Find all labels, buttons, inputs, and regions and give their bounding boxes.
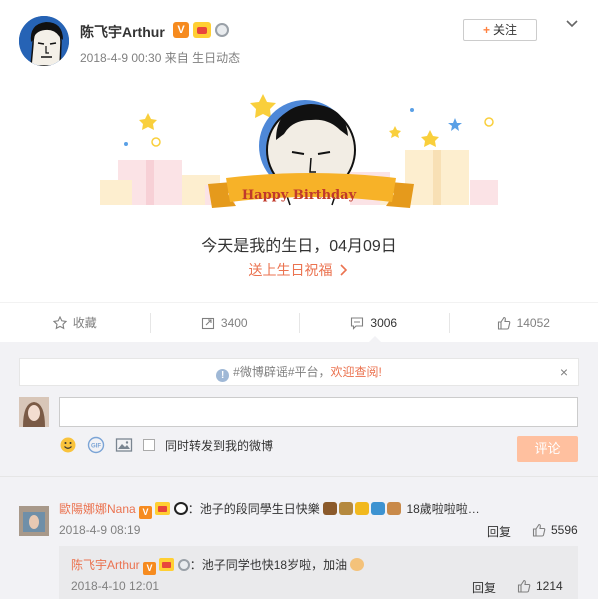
notice-text: #微博辟谣#平台， <box>233 365 331 379</box>
commenter-name[interactable]: 歐陽娜娜Nana <box>59 502 136 516</box>
reply-like-count: 1214 <box>536 579 563 593</box>
comment-text: 歐陽娜娜Nana V ：池子的段同學生日快樂 18歲啦啦啦… <box>59 500 480 519</box>
favorite-label: 收藏 <box>72 316 97 330</box>
comment-icon <box>351 316 364 330</box>
current-user-avatar[interactable] <box>19 397 49 427</box>
reply-user-name[interactable]: 陈飞宇Arthur <box>71 558 140 572</box>
comment-like-button[interactable]: 5596 <box>532 523 578 537</box>
reply-body: ：池子同学也快18岁啦，加油 <box>189 558 348 572</box>
plus-icon: + <box>482 23 490 37</box>
member-crown-icon[interactable] <box>155 502 171 515</box>
medal-icon[interactable] <box>177 559 190 571</box>
comments-section: ! #微博辟谣#平台，欢迎查阅! × GIF 同时转发到我的微博 评论 歐陽娜娜… <box>0 342 598 599</box>
star-icon <box>52 315 67 329</box>
thumbs-up-icon <box>532 523 546 537</box>
send-wish-label: 送上生日祝福 <box>248 262 333 278</box>
follow-label: 关注 <box>493 23 518 37</box>
user-name[interactable]: 陈飞宇Arthur <box>80 22 165 42</box>
composer-tools: GIF 同时转发到我的微博 <box>59 436 273 454</box>
member-crown-icon[interactable] <box>159 558 175 571</box>
reply-time: 2018-4-10 12:01 <box>71 579 160 593</box>
action-bar: 收藏 3400 3006 14052 <box>0 302 598 343</box>
sparkle-emoji-icon <box>355 502 370 515</box>
rumor-notice: ! #微博辟谣#平台，欢迎查阅! × <box>19 358 579 386</box>
info-icon: ! <box>216 369 230 382</box>
post-header: 陈飞宇Arthur V 2018-4-9 00:30 来自 生日动态 + 关注 <box>0 0 598 80</box>
comment-body-b: 18歲啦啦啦… <box>406 502 480 516</box>
forward-count: 3400 <box>220 315 248 330</box>
image-icon[interactable] <box>115 436 133 454</box>
reply-like-button[interactable]: 1214 <box>517 579 563 593</box>
comment-count: 3006 <box>370 315 398 330</box>
send-wish-link[interactable]: 送上生日祝福 <box>0 260 598 280</box>
member-crown-icon[interactable] <box>193 22 211 38</box>
notice-link[interactable]: 欢迎查阅! <box>331 365 382 379</box>
forward-icon <box>201 317 214 329</box>
bear-emoji-icon <box>387 502 402 515</box>
forward-checkbox-label: 同时转发到我的微博 <box>165 438 274 453</box>
avatar[interactable] <box>19 16 69 66</box>
forward-checkbox[interactable] <box>143 439 155 451</box>
svg-text:GIF: GIF <box>91 444 101 450</box>
comment-input[interactable] <box>59 397 578 427</box>
fish-emoji-icon <box>371 502 386 515</box>
comment-time: 2018-4-9 08:19 <box>59 523 141 537</box>
reply-link[interactable]: 回复 <box>487 523 511 540</box>
birthday-illustration <box>100 94 498 208</box>
like-count: 14052 <box>516 315 550 330</box>
flex-emoji-icon <box>350 558 365 571</box>
reply-text: 陈飞宇Arthur V ：池子同学也快18岁啦，加油 <box>71 556 366 575</box>
favorite-button[interactable]: 收藏 <box>0 303 150 342</box>
submit-comment-button[interactable]: 评论 <box>517 436 578 462</box>
verified-badge[interactable]: V <box>139 506 153 519</box>
comment-button[interactable]: 3006 <box>299 303 449 343</box>
gif-icon[interactable]: GIF <box>87 436 105 454</box>
birthday-text: 今天是我的生日，04月09日 <box>201 238 397 255</box>
thumbs-up-icon <box>517 579 531 593</box>
user-badges: V <box>173 22 229 38</box>
chevron-down-icon[interactable] <box>565 17 579 31</box>
divider <box>0 476 598 477</box>
banner-text: Happy Birthday <box>241 188 357 203</box>
thumbs-up-icon <box>497 316 510 330</box>
post-meta[interactable]: 2018-4-9 00:30 来自 生日动态 <box>80 49 240 66</box>
comment-like-count: 5596 <box>551 523 578 537</box>
panda-icon <box>173 502 188 515</box>
gift-emoji-icon <box>339 502 354 515</box>
reply-link[interactable]: 回复 <box>472 579 496 596</box>
chevron-right-icon <box>340 264 348 276</box>
like-button[interactable]: 14052 <box>448 303 598 342</box>
cake-emoji-icon <box>323 502 338 515</box>
commenter-avatar[interactable] <box>19 506 49 536</box>
follow-button[interactable]: + 关注 <box>463 19 537 41</box>
reply-box: 陈飞宇Arthur V ：池子同学也快18岁啦，加油 2018-4-10 12:… <box>59 546 578 599</box>
forward-button[interactable]: 3400 <box>149 303 300 342</box>
verified-badge[interactable]: V <box>173 22 189 38</box>
close-icon[interactable]: × <box>560 359 568 385</box>
verified-badge[interactable]: V <box>143 562 157 575</box>
emoji-icon[interactable] <box>59 436 77 454</box>
comment-body-a: ：池子的段同學生日快樂 <box>187 502 320 516</box>
medal-icon[interactable] <box>215 23 229 37</box>
